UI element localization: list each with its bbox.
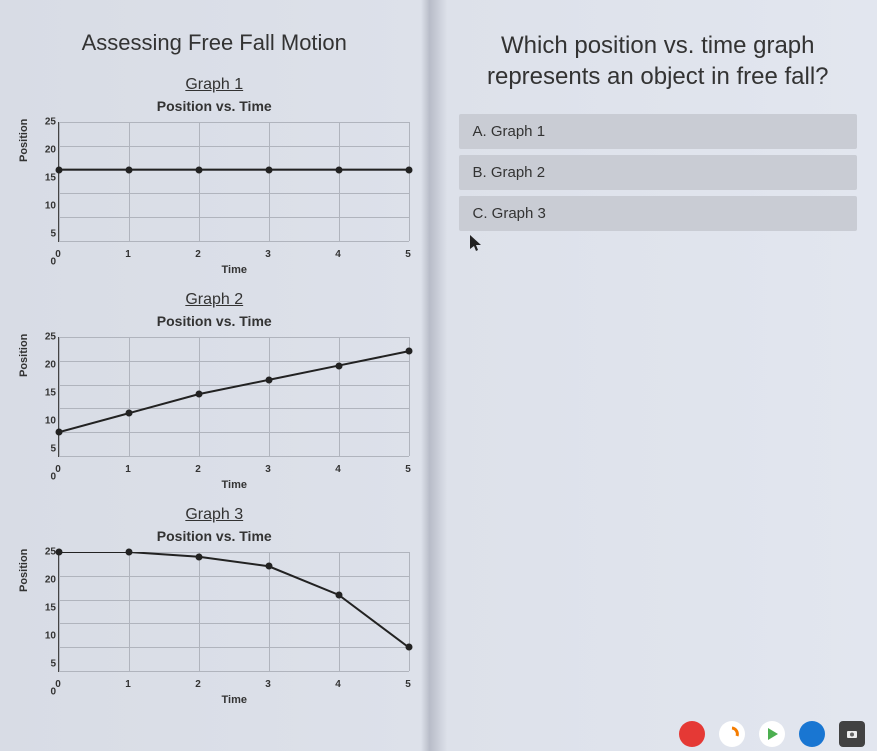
graph-2-subtitle: Position vs. Time <box>10 313 419 329</box>
ytick: 0 <box>30 472 56 483</box>
graph-1-plot <box>58 122 409 242</box>
xtick: 0 <box>55 249 61 260</box>
data-point <box>406 166 413 173</box>
ytick: 0 <box>30 257 56 268</box>
data-point <box>406 348 413 355</box>
ytick: 20 <box>30 145 56 156</box>
ytick: 25 <box>30 547 56 558</box>
ytick: 25 <box>30 332 56 343</box>
ytick: 15 <box>30 388 56 399</box>
xtick: 4 <box>335 679 341 690</box>
taskbar-app-icon[interactable] <box>679 721 705 747</box>
ytick: 5 <box>30 444 56 455</box>
taskbar <box>679 717 877 751</box>
xtick: 1 <box>125 679 131 690</box>
xtick: 5 <box>405 679 411 690</box>
ytick: 5 <box>30 229 56 240</box>
graph-2-xlabel: Time <box>50 479 419 491</box>
page-title: Assessing Free Fall Motion <box>10 30 419 56</box>
ytick: 25 <box>30 117 56 128</box>
ytick: 5 <box>30 659 56 670</box>
graph-1-xlabel: Time <box>50 264 419 276</box>
xtick: 2 <box>195 249 201 260</box>
answer-a[interactable]: A. Graph 1 <box>459 114 858 149</box>
graph-1-ylabel: Position <box>18 119 30 162</box>
xtick: 4 <box>335 464 341 475</box>
graph-3-xlabel: Time <box>50 694 419 706</box>
taskbar-app-icon[interactable] <box>799 721 825 747</box>
data-point <box>126 549 133 556</box>
graph-2-label: Graph 2 <box>10 291 419 309</box>
xtick: 1 <box>125 464 131 475</box>
data-point <box>56 429 63 436</box>
question-text: Which position vs. time graph represents… <box>459 30 858 92</box>
taskbar-app-icon[interactable] <box>759 721 785 747</box>
data-point <box>196 391 203 398</box>
data-point <box>336 362 343 369</box>
data-point <box>266 166 273 173</box>
data-point <box>266 563 273 570</box>
xtick: 3 <box>265 464 271 475</box>
ytick: 15 <box>30 603 56 614</box>
taskbar-app-icon[interactable] <box>719 721 745 747</box>
data-point <box>406 644 413 651</box>
xtick: 0 <box>55 464 61 475</box>
ytick: 20 <box>30 575 56 586</box>
graph-3-plot <box>58 552 409 672</box>
data-point <box>336 166 343 173</box>
data-point <box>336 591 343 598</box>
ytick: 10 <box>30 416 56 427</box>
xtick: 5 <box>405 249 411 260</box>
answer-b[interactable]: B. Graph 2 <box>459 155 858 190</box>
data-point <box>266 376 273 383</box>
ytick: 10 <box>30 201 56 212</box>
graph-1: Graph 1 Position vs. Time Position 25201… <box>10 76 419 276</box>
graph-2-ylabel: Position <box>18 334 30 377</box>
graph-3-ylabel: Position <box>18 549 30 592</box>
data-point <box>126 166 133 173</box>
graph-2: Graph 2 Position vs. Time Position 25201… <box>10 291 419 491</box>
data-point <box>196 553 203 560</box>
cursor-icon <box>470 235 484 253</box>
ytick: 15 <box>30 173 56 184</box>
xtick: 0 <box>55 679 61 690</box>
data-point <box>126 410 133 417</box>
xtick: 5 <box>405 464 411 475</box>
answer-c[interactable]: C. Graph 3 <box>459 196 858 231</box>
xtick: 3 <box>265 679 271 690</box>
graph-3: Graph 3 Position vs. Time Position 25201… <box>10 506 419 706</box>
xtick: 2 <box>195 464 201 475</box>
ytick: 0 <box>30 687 56 698</box>
data-point <box>56 549 63 556</box>
taskbar-camera-icon[interactable] <box>839 721 865 747</box>
graph-2-plot <box>58 337 409 457</box>
xtick: 4 <box>335 249 341 260</box>
graph-3-subtitle: Position vs. Time <box>10 528 419 544</box>
xtick: 2 <box>195 679 201 690</box>
graph-1-label: Graph 1 <box>10 76 419 94</box>
xtick: 3 <box>265 249 271 260</box>
ytick: 10 <box>30 631 56 642</box>
graph-3-label: Graph 3 <box>10 506 419 524</box>
xtick: 1 <box>125 249 131 260</box>
graph-1-subtitle: Position vs. Time <box>10 98 419 114</box>
ytick: 20 <box>30 360 56 371</box>
data-point <box>196 166 203 173</box>
data-point <box>56 166 63 173</box>
